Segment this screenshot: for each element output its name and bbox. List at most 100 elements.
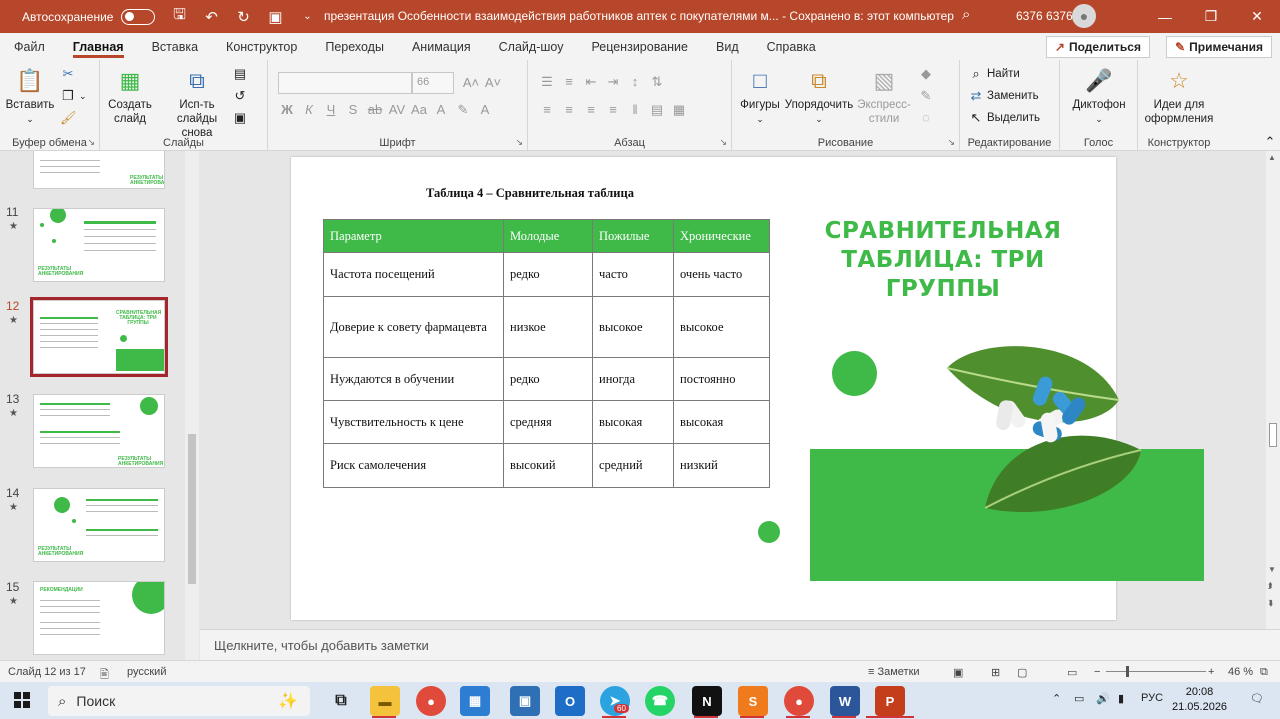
notes-toggle[interactable]: ≡ Заметки — [868, 666, 920, 678]
task-view-icon[interactable]: ⧉ — [326, 686, 356, 716]
align-center-icon[interactable]: ≡ — [558, 102, 580, 118]
outlook-icon[interactable]: O — [555, 686, 585, 716]
clear-format-icon[interactable]: A — [430, 102, 452, 118]
table-cell[interactable]: редко — [503, 357, 593, 401]
file-explorer-icon[interactable]: ▬ — [370, 686, 400, 716]
find-button[interactable]: ⌕ Найти — [968, 66, 1019, 82]
decorative-circle[interactable] — [832, 351, 877, 396]
table-cell[interactable]: высокое — [673, 296, 770, 358]
tab-animations[interactable]: Анимация — [398, 33, 485, 60]
slide-thumbnail-15[interactable]: РЕЗУЛЬТАТЫ АНКЕТИРОВАНИЯ РЕКОМЕНДАЦИИ — [33, 581, 165, 655]
autosave-toggle[interactable] — [121, 8, 156, 25]
table-cell[interactable]: низкое — [503, 296, 593, 358]
table-cell[interactable]: высокая — [673, 400, 770, 444]
notifications-icon[interactable]: 🗨 — [1250, 692, 1264, 705]
undo-icon[interactable]: ↶ — [195, 0, 227, 33]
paste-button[interactable]: 📋 Вставить ⌄ — [6, 66, 55, 126]
minimize-icon[interactable]: — — [1142, 0, 1188, 33]
collapse-ribbon-icon[interactable]: ⌃ — [1262, 134, 1280, 150]
table-cell[interactable]: иногда — [592, 357, 674, 401]
italic-icon[interactable]: К — [298, 102, 320, 118]
search-icon[interactable]: ⌕ — [962, 6, 986, 28]
layout-icon[interactable]: ▤ — [232, 66, 251, 82]
shrink-font-icon[interactable]: A˅ — [482, 75, 504, 90]
table-cell[interactable]: Чувствительность к цене — [323, 400, 504, 444]
tab-insert[interactable]: Вставка — [138, 33, 212, 60]
cut-icon[interactable]: ✂ — [60, 66, 79, 82]
sublime-icon[interactable]: S — [738, 686, 768, 716]
avatar[interactable]: ● — [1072, 4, 1096, 28]
tab-file[interactable]: Файл — [0, 33, 59, 60]
comments-button[interactable]: ✎ Примечания — [1166, 36, 1272, 58]
tab-design[interactable]: Конструктор — [212, 33, 311, 60]
shape-effects-icon[interactable]: ◌ — [918, 110, 937, 125]
tab-help[interactable]: Справка — [753, 33, 830, 60]
table-cell[interactable]: часто — [592, 252, 674, 297]
notes-pane[interactable]: Щелкните, чтобы добавить заметки — [200, 629, 1280, 660]
table-cell[interactable]: высокий — [503, 443, 593, 488]
slide-thumbnail-13[interactable]: РЕЗУЛЬТАТЫ АНКЕТИРОВАНИЯ — [33, 394, 165, 468]
tab-view[interactable]: Вид — [702, 33, 753, 60]
user-name[interactable]: 6376 6376 — [1016, 9, 1073, 23]
change-case-icon[interactable]: Aa — [408, 102, 430, 118]
copy-icon[interactable]: ❐ ⌄ — [60, 88, 86, 104]
clipboard-launcher-icon[interactable]: ↘ — [87, 137, 95, 148]
whatsapp-icon[interactable]: ☎ — [645, 686, 675, 716]
align-right-icon[interactable]: ≡ — [580, 102, 602, 118]
table-cell[interactable]: Доверие к совету фармацевта — [323, 296, 504, 358]
increase-indent-icon[interactable]: ⇥ — [602, 74, 624, 90]
font-size-box[interactable]: 66 — [412, 72, 454, 94]
leaves-and-pills-image[interactable] — [939, 340, 1149, 520]
numbering-icon[interactable]: ≡ — [558, 74, 580, 90]
table-cell[interactable]: Нуждаются в обучении — [323, 357, 504, 401]
chrome-icon[interactable]: ● — [416, 686, 446, 716]
slide-sorter-icon[interactable]: ⊞ — [991, 666, 1000, 679]
thumbnails-scrollbar[interactable] — [185, 151, 199, 660]
table-cell[interactable]: средняя — [503, 400, 593, 444]
line-spacing-icon[interactable]: ↕ — [624, 74, 646, 90]
text-direction-icon[interactable]: ⇅ — [646, 74, 668, 90]
clock[interactable]: 20:08 21.05.2026 — [1172, 685, 1227, 715]
table-caption[interactable]: Таблица 4 – Сравнительная таблица — [426, 186, 634, 201]
powerpoint-icon[interactable]: P — [875, 686, 905, 716]
table-header-cell[interactable]: Молодые — [503, 219, 593, 253]
reading-view-icon[interactable]: ▢ — [1017, 666, 1027, 679]
align-left-icon[interactable]: ≡ — [536, 102, 558, 118]
table-cell[interactable]: Риск самолечения — [323, 443, 504, 488]
arrange-button[interactable]: ⧉ Упорядочить ⌄ — [784, 66, 854, 126]
table-header-cell[interactable]: Параметр — [323, 219, 504, 253]
shadow-icon[interactable]: S — [342, 102, 364, 118]
normal-view-icon[interactable]: ▣ — [953, 666, 963, 679]
tab-slideshow[interactable]: Слайд-шоу — [485, 33, 578, 60]
font-launcher-icon[interactable]: ↘ — [515, 137, 523, 148]
table-cell[interactable]: высокая — [592, 400, 674, 444]
language-indicator[interactable]: русский — [127, 666, 166, 678]
shape-fill-icon[interactable]: ◆ — [918, 66, 937, 82]
slide-canvas[interactable]: Таблица 4 – Сравнительная таблица Параме… — [291, 157, 1204, 620]
grow-shrink-font[interactable]: A˄ A˅ — [460, 75, 504, 90]
notes-placeholder[interactable]: Щелкните, чтобы добавить заметки — [214, 638, 429, 653]
paragraph-launcher-icon[interactable]: ↘ — [719, 137, 727, 148]
justify-icon[interactable]: ≡ — [602, 102, 624, 118]
table-cell[interactable]: Частота посещений — [323, 252, 504, 297]
table-header-cell[interactable]: Пожилые — [592, 219, 674, 253]
document-title[interactable]: презентация Особенности взаимодействия р… — [324, 9, 954, 23]
shapes-button[interactable]: □ Фигуры ⌄ — [738, 66, 782, 126]
comparison-table[interactable]: Параметр Молодые Пожилые Хронические Час… — [323, 219, 770, 488]
new-slide-button[interactable]: ▦ Создать слайд — [106, 66, 154, 126]
tab-review[interactable]: Рецензирование — [577, 33, 702, 60]
bullets-icon[interactable]: ☰ — [536, 74, 558, 90]
word-icon[interactable]: W — [830, 686, 860, 716]
slide-thumbnail-10[interactable]: РЕЗУЛЬТАТЫ АНКЕТИРОВАНИЯ — [33, 151, 165, 189]
decorative-circle[interactable] — [758, 521, 780, 543]
zoom-out-icon[interactable]: − — [1094, 666, 1100, 678]
highlight-icon[interactable]: ✎ — [452, 102, 474, 118]
restore-icon[interactable]: ❐ — [1188, 0, 1234, 33]
slide-title[interactable]: СРАВНИТЕЛЬНАЯ ТАБЛИЦА: ТРИ ГРУППЫ — [803, 217, 1083, 304]
redo-icon[interactable]: ↻ — [227, 0, 259, 33]
designer-button[interactable]: ☆ Идеи для оформления — [1142, 66, 1216, 126]
reset-icon[interactable]: ↺ — [232, 88, 251, 104]
customize-toolbar-icon[interactable]: ⌄ — [291, 0, 323, 33]
battery-icon[interactable]: ▮ — [1118, 692, 1124, 705]
zoom-slider[interactable] — [1106, 671, 1206, 672]
